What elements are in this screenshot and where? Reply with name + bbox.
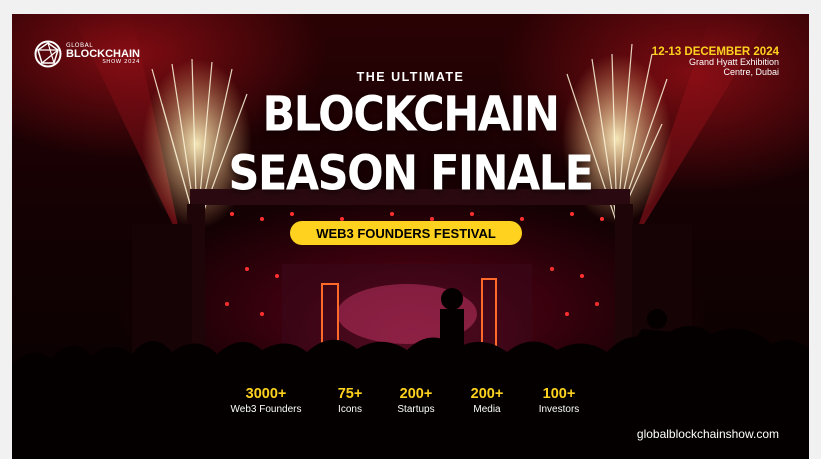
stat-value: 3000+ (245, 386, 287, 402)
stats-row: 3000+ Web3 Founders 75+ Icons 200+ Start… (12, 387, 809, 419)
headline-line1: BLOCKCHAIN (262, 87, 560, 143)
stat-label: Startups (397, 403, 435, 415)
headline-kicker: THE ULTIMATE (356, 70, 465, 84)
stat-label: Investors (538, 403, 580, 415)
headline-line2: SEASON FINALE (228, 146, 594, 202)
stat-label: Icons (338, 403, 362, 415)
stat-value: 100+ (542, 386, 576, 402)
stat-value: 75+ (337, 386, 363, 402)
stat-founders: 3000+ Web3 Founders (231, 387, 302, 415)
stat-label: Web3 Founders (230, 403, 302, 415)
globe-network-icon (34, 40, 62, 68)
stat-value: 200+ (399, 386, 433, 402)
stat-value: 200+ (470, 386, 504, 402)
stat-label: Media (473, 403, 501, 415)
stat-icons: 75+ Icons (338, 387, 363, 415)
website-link[interactable]: globalblockchainshow.com (637, 427, 779, 441)
logo-line-show: SHOW 2024 (102, 58, 140, 65)
stat-media: 200+ Media (471, 387, 504, 415)
stat-investors: 100+ Investors (539, 387, 580, 415)
event-banner[interactable]: GLOBAL BLOCKCHAIN SHOW 2024 12-13 DECEMB… (12, 14, 809, 459)
festival-badge: WEB3 FOUNDERS FESTIVAL (290, 221, 522, 245)
brand-logo[interactable]: GLOBAL BLOCKCHAIN SHOW 2024 (34, 40, 140, 68)
stat-startups: 200+ Startups (397, 387, 434, 415)
